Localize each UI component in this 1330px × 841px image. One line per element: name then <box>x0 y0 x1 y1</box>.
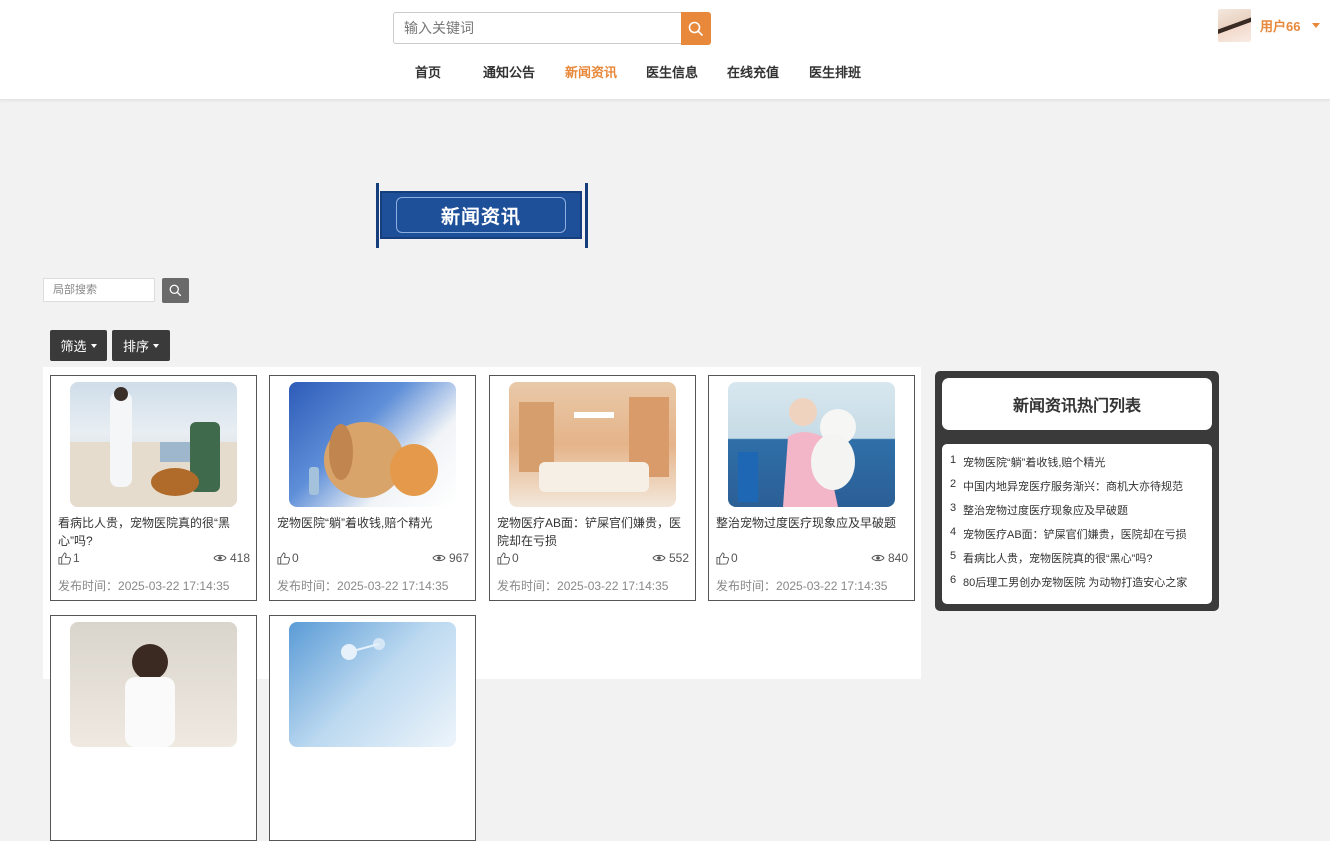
news-title[interactable]: 宠物医院“躺”着收钱,赔个精光 <box>277 514 470 532</box>
thumbs-up-icon <box>497 551 510 565</box>
publish-time: 发布时间：2025-03-22 17:14:35 <box>497 579 669 593</box>
likes-count: 1 <box>58 551 80 565</box>
banner-right-post <box>585 183 588 248</box>
search-icon <box>688 21 704 36</box>
user-menu[interactable]: 用户66 <box>1218 8 1321 42</box>
banner-left-post <box>376 183 379 248</box>
publish-time: 发布时间：2025-03-22 17:14:35 <box>277 579 449 593</box>
hot-news-title: 新闻资讯热门列表 <box>942 378 1212 430</box>
hot-news-panel: 新闻资讯热门列表 1 宠物医院“躺”着收钱,赔个精光 2 中国内地异宠医疗服务渐兴：… <box>935 371 1219 611</box>
views-count: 840 <box>871 551 908 565</box>
caret-down-icon <box>153 343 159 348</box>
chevron-down-icon[interactable] <box>1312 22 1321 28</box>
main-nav: 首页 通知公告 新闻资讯 医生信息 在线充值 医生排班 <box>0 62 1330 86</box>
likes-count: 0 <box>277 551 299 565</box>
sort-dropdown[interactable]: 排序 <box>112 330 170 361</box>
news-card[interactable] <box>50 615 257 841</box>
publish-time: 发布时间：2025-03-22 17:14:35 <box>58 579 230 593</box>
eye-icon <box>871 554 885 562</box>
search-button[interactable] <box>681 12 711 45</box>
local-search-input[interactable] <box>43 278 155 302</box>
hot-news-item[interactable]: 3 整治宠物过度医疗现象应及早破题 <box>950 502 1128 518</box>
hot-news-list: 1 宠物医院“躺”着收钱,赔个精光 2 中国内地异宠医疗服务渐兴：商机大亦待规范 3… <box>942 444 1212 604</box>
eye-icon <box>432 554 446 562</box>
nav-doctor-schedule[interactable]: 医生排班 <box>809 62 861 81</box>
news-image-vet-clinic <box>70 382 237 507</box>
news-title[interactable]: 宠物医疗AB面：铲屎官们嫌贵，医院却在亏损 <box>497 514 690 550</box>
nav-notices[interactable]: 通知公告 <box>483 62 535 81</box>
views-count: 552 <box>652 551 689 565</box>
banner-title: 新闻资讯 <box>440 206 521 228</box>
publish-time: 发布时间：2025-03-22 17:14:35 <box>716 579 888 593</box>
news-image-vet-with-poodle <box>728 382 895 507</box>
nav-recharge[interactable]: 在线充值 <box>727 62 779 81</box>
eye-icon <box>213 554 227 562</box>
news-image-molecules <box>289 622 456 747</box>
news-card[interactable]: 整治宠物过度医疗现象应及早破题 0 840 发布时间：2025-03-22 17… <box>708 375 915 601</box>
news-card[interactable] <box>269 615 476 841</box>
hot-news-item[interactable]: 6 80后理工男创办宠物医院 为动物打造安心之家 <box>950 574 1187 590</box>
hot-news-item[interactable]: 4 宠物医疗AB面：铲屎官们嫌贵，医院却在亏损 <box>950 526 1187 542</box>
caret-down-icon <box>90 343 97 348</box>
top-header: 首页 通知公告 新闻资讯 医生信息 在线充值 医生排班 用户66 <box>0 0 1330 100</box>
filter-label: 筛选 <box>60 339 87 354</box>
news-card[interactable]: 宠物医疗AB面：铲屎官们嫌贵，医院却在亏损 0 552 发布时间：2025-03… <box>489 375 696 601</box>
hot-news-item[interactable]: 2 中国内地异宠医疗服务渐兴：商机大亦待规范 <box>950 478 1183 494</box>
eye-icon <box>652 554 666 562</box>
search-input[interactable] <box>393 12 681 44</box>
section-banner: 新闻资讯 <box>376 183 588 248</box>
likes-count: 0 <box>716 551 738 565</box>
banner-plate: 新闻资讯 <box>380 191 582 239</box>
news-image-dog-cat <box>289 382 456 507</box>
search-icon <box>169 284 182 297</box>
news-image-doctor <box>70 622 237 747</box>
filter-dropdown[interactable]: 筛选 <box>50 330 107 361</box>
news-card[interactable]: 宠物医院“躺”着收钱,赔个精光 0 967 发布时间：2025-03-22 17… <box>269 375 476 601</box>
thumbs-up-icon <box>277 551 290 565</box>
sort-label: 排序 <box>122 339 149 354</box>
views-count: 418 <box>213 551 250 565</box>
nav-home[interactable]: 首页 <box>415 62 441 81</box>
nav-doctor-info[interactable]: 医生信息 <box>646 62 698 81</box>
hot-news-item[interactable]: 1 宠物医院“躺”着收钱,赔个精光 <box>950 454 1105 470</box>
thumbs-up-icon <box>716 551 729 565</box>
news-image-clinic-interior <box>509 382 676 507</box>
username[interactable]: 用户66 <box>1260 16 1300 35</box>
views-count: 967 <box>432 551 469 565</box>
avatar[interactable] <box>1218 8 1251 42</box>
local-search-button[interactable] <box>162 278 189 303</box>
news-title[interactable]: 整治宠物过度医疗现象应及早破题 <box>716 514 909 532</box>
hot-news-item[interactable]: 5 看病比人贵，宠物医院真的很“黑心”吗? <box>950 550 1152 566</box>
news-card[interactable]: 看病比人贵，宠物医院真的很“黑心”吗? 1 418 发布时间：2025-03-2… <box>50 375 257 601</box>
likes-count: 0 <box>497 551 519 565</box>
nav-news[interactable]: 新闻资讯 <box>565 62 617 81</box>
thumbs-up-icon <box>58 551 71 565</box>
news-title[interactable]: 看病比人贵，宠物医院真的很“黑心”吗? <box>58 514 251 550</box>
